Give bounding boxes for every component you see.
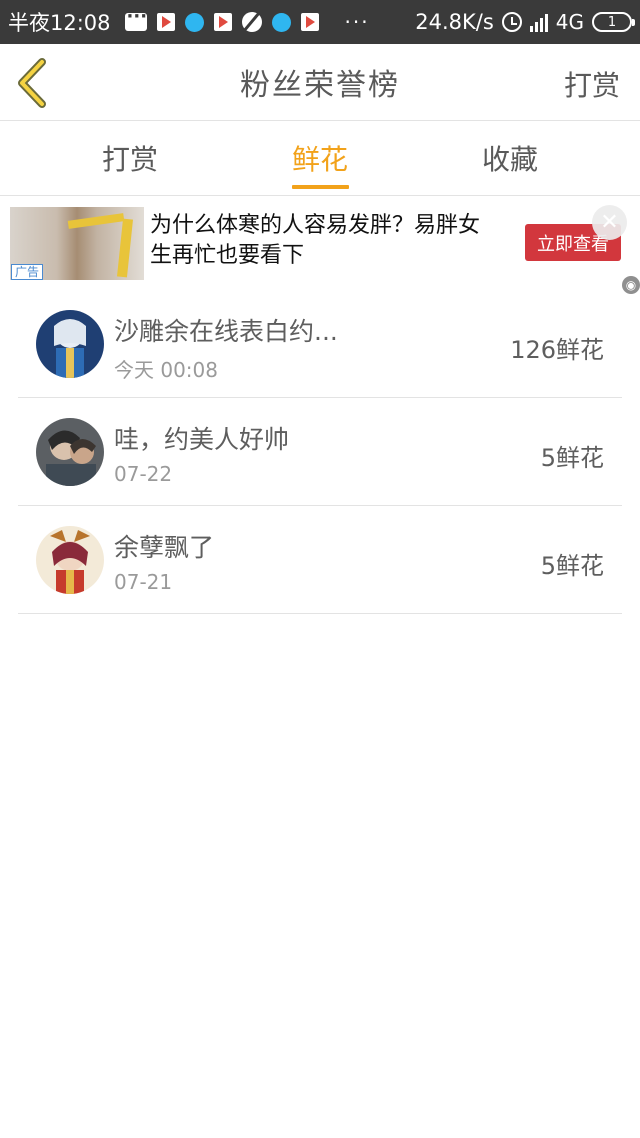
chevron-left-icon (18, 58, 46, 108)
list-item[interactable]: 沙雕余在线表白约... 今天 00:08 126鲜花 (18, 290, 622, 398)
app-notification-icon (184, 12, 204, 32)
compass-icon (241, 12, 262, 32)
signal-icon (529, 12, 548, 32)
flower-count: 5鲜花 (540, 552, 604, 580)
network-speed: 24.8K/s (415, 10, 494, 34)
ad-image[interactable]: 广告 (10, 207, 144, 280)
battery-icon: 1 (592, 12, 635, 32)
tab-flowers[interactable]: 鲜花 (260, 121, 380, 195)
avatar[interactable] (36, 526, 104, 594)
reward-button[interactable]: 打赏 (564, 64, 620, 104)
close-icon[interactable]: ✕ (592, 205, 627, 240)
list-item[interactable]: 哇，约美人好帅 07-22 5鲜花 (18, 398, 622, 506)
fan-date: 07-21 (114, 570, 173, 594)
ad-image-detail (67, 213, 125, 229)
tab-favorites[interactable]: 收藏 (450, 121, 570, 195)
back-button[interactable] (14, 58, 54, 108)
app-notification-icon (271, 12, 291, 32)
status-left: 半夜12:08 ··· (8, 6, 370, 37)
ad-info-icon[interactable]: ◉ (622, 276, 640, 294)
active-tab-indicator (292, 185, 349, 189)
alarm-icon (501, 12, 522, 32)
fan-name: 哇，约美人好帅 (114, 425, 290, 454)
fan-date: 今天 00:08 (114, 358, 218, 382)
play-store-icon (156, 13, 175, 31)
flower-count: 5鲜花 (540, 444, 604, 472)
battery-level: 1 (607, 14, 617, 30)
status-bar: 半夜12:08 ··· 24.8K/s 4G 1 (0, 0, 640, 44)
status-right: 24.8K/s 4G 1 (415, 10, 635, 34)
more-notifications-icon: ··· (344, 10, 370, 34)
message-icon (124, 6, 147, 31)
fan-name: 沙雕余在线表白约... (114, 317, 338, 346)
avatar[interactable] (36, 418, 104, 486)
avatar[interactable] (36, 310, 104, 378)
flower-count: 126鲜花 (510, 336, 604, 364)
play-store-icon (300, 13, 319, 31)
avatar-image (36, 526, 104, 594)
play-store-icon (213, 13, 232, 31)
status-time: 半夜12:08 (8, 11, 111, 35)
ad-headline[interactable]: 为什么体寒的人容易发胖？易胖女生再忙也要看下 (150, 211, 490, 271)
tab-bar: 打赏 鲜花 收藏 (0, 121, 640, 196)
avatar-image (36, 310, 104, 378)
tab-reward[interactable]: 打赏 (70, 121, 190, 195)
app-header: 粉丝荣誉榜 打赏 (0, 44, 640, 121)
ad-badge: 广告 (11, 264, 44, 280)
network-type: 4G (555, 10, 584, 34)
page-title: 粉丝荣誉榜 (240, 68, 400, 103)
list-item[interactable]: 余孽飘了 07-21 5鲜花 (18, 506, 622, 614)
ad-banner[interactable]: 广告 为什么体寒的人容易发胖？易胖女生再忙也要看下 立即查看 ✕ (0, 197, 640, 293)
avatar-image (36, 418, 104, 486)
ad-image-detail (116, 218, 134, 278)
fan-name: 余孽飘了 (114, 533, 215, 562)
fan-date: 07-22 (114, 462, 173, 486)
